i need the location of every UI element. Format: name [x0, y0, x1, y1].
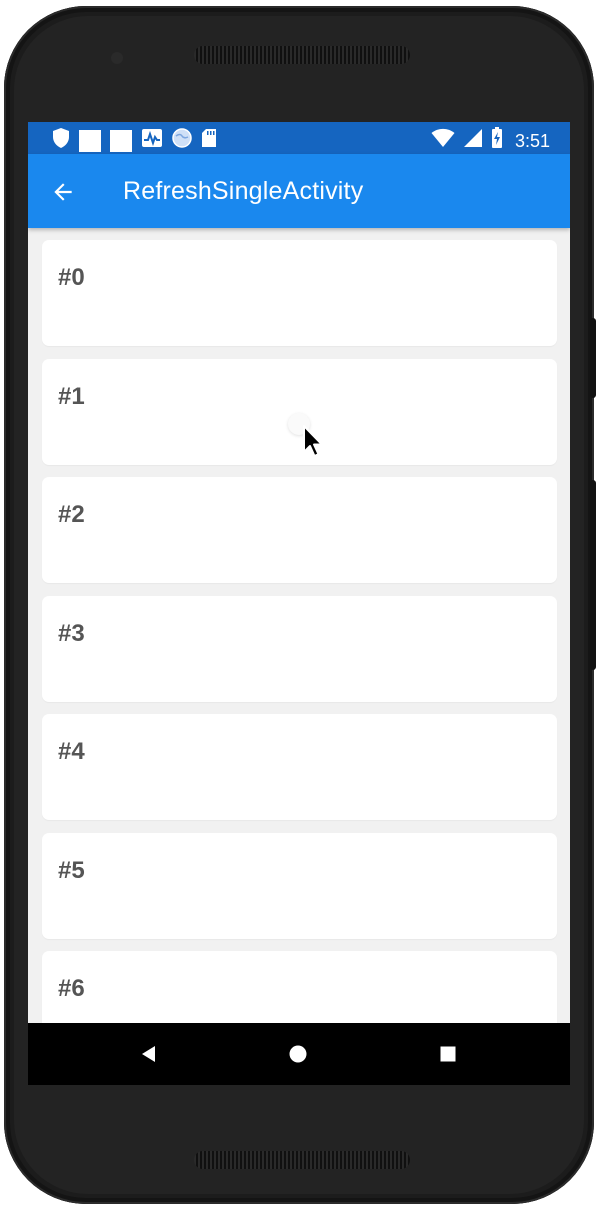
status-system-icons: 3:51	[431, 127, 550, 154]
list-item-label: #4	[58, 738, 85, 765]
nav-recents-icon	[440, 1046, 456, 1062]
activity-monitor-icon	[141, 128, 163, 153]
toolbar-title: RefreshSingleActivity	[123, 177, 364, 205]
list-item[interactable]: #1	[42, 359, 557, 465]
bottom-speaker	[194, 1151, 410, 1169]
status-clock: 3:51	[514, 130, 550, 151]
list-item-label: #1	[58, 383, 85, 410]
shield-icon	[52, 127, 70, 154]
mouse-cursor-icon	[303, 425, 323, 457]
list-item-label: #0	[58, 264, 85, 291]
nav-back-icon	[142, 1046, 155, 1062]
nav-home-icon	[289, 1045, 307, 1063]
cell-signal-icon	[463, 128, 483, 153]
status-bar: 3:51	[28, 122, 570, 154]
arrow-back-icon	[54, 183, 72, 201]
list-item-label: #6	[58, 975, 85, 1002]
nav-back-button[interactable]	[137, 1042, 161, 1066]
front-camera	[111, 52, 123, 64]
list-item[interactable]: #6	[42, 951, 557, 1023]
battery-charging-icon	[491, 127, 503, 154]
back-button[interactable]	[46, 175, 80, 209]
device-screen: 3:51 RefreshSingleActivity #0 #1 #2 #3 #…	[28, 122, 570, 1085]
earpiece-speaker	[194, 46, 410, 64]
system-nav-bar	[28, 1023, 570, 1085]
list-item[interactable]: #0	[42, 240, 557, 346]
list-item-label: #3	[58, 620, 85, 647]
list-item[interactable]: #5	[42, 833, 557, 939]
list-item-label: #2	[58, 501, 85, 528]
app-toolbar: RefreshSingleActivity	[28, 154, 570, 228]
refresh-list[interactable]: #0 #1 #2 #3 #4 #5 #6	[28, 228, 570, 1023]
nav-home-button[interactable]	[286, 1042, 310, 1066]
notification-square-icon	[110, 129, 132, 152]
globe-icon	[172, 128, 192, 153]
status-notification-icons	[52, 127, 217, 154]
list-item-label: #5	[58, 857, 85, 884]
notification-square-icon	[79, 129, 101, 152]
sd-card-icon	[201, 128, 217, 153]
list-item[interactable]: #3	[42, 596, 557, 702]
list-item[interactable]: #4	[42, 714, 557, 820]
nav-recents-button[interactable]	[436, 1042, 460, 1066]
volume-button	[590, 480, 596, 670]
power-button	[590, 318, 596, 398]
wifi-icon	[431, 128, 455, 153]
list-item[interactable]: #2	[42, 477, 557, 583]
